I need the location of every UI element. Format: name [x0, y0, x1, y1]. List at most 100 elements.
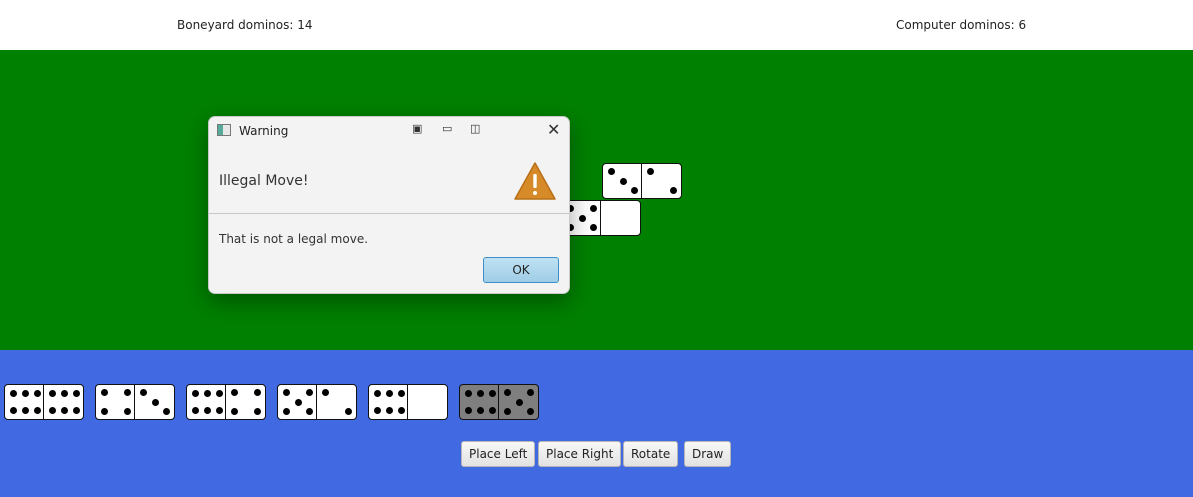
pip: [21, 407, 29, 414]
pip: [33, 407, 41, 414]
board-domino: [561, 200, 641, 236]
pip: [9, 390, 17, 397]
pip: [101, 408, 109, 416]
domino-right-half: [226, 385, 265, 419]
rotate-button[interactable]: Rotate: [623, 441, 679, 467]
pip: [504, 388, 512, 396]
domino-right-half: [642, 164, 681, 198]
pip: [294, 398, 302, 406]
dialog-title: Warning: [239, 124, 289, 138]
computer-count: Computer dominos: 6: [896, 18, 1027, 32]
warning-triangle-icon: [514, 162, 556, 200]
pip: [140, 388, 148, 396]
dialog-content-text: That is not a legal move.: [219, 232, 369, 246]
pip: [373, 407, 381, 414]
dialog-header-text: Illegal Move!: [219, 173, 309, 189]
pip: [151, 398, 159, 406]
player-hand-area: [0, 350, 1193, 497]
pip: [253, 408, 261, 416]
pip: [630, 187, 638, 195]
domino-right-half: [317, 385, 356, 419]
pip: [385, 390, 393, 397]
pip: [215, 390, 223, 397]
domino-left-half: [278, 385, 317, 419]
pip: [344, 408, 352, 416]
domino-left-half: [603, 164, 642, 198]
window-button-icon[interactable]: ▭: [442, 123, 452, 135]
close-icon[interactable]: ✕: [547, 122, 560, 138]
hand-domino[interactable]: [186, 384, 266, 420]
pip: [488, 390, 496, 397]
pip: [526, 388, 534, 396]
pip: [526, 408, 534, 416]
pip: [476, 407, 484, 414]
pip: [464, 390, 472, 397]
hand-domino[interactable]: [4, 384, 84, 420]
domino-right-half: [601, 201, 640, 235]
pip: [162, 408, 170, 416]
hand-domino[interactable]: [277, 384, 357, 420]
pip: [123, 408, 131, 416]
place-left-button[interactable]: Place Left: [461, 441, 536, 467]
window-button-icon[interactable]: ▣: [412, 123, 422, 135]
pip: [60, 390, 68, 397]
pip: [373, 390, 381, 397]
pip: [578, 214, 586, 222]
pip: [619, 177, 627, 185]
pip: [203, 390, 211, 397]
domino-right-half: [408, 385, 447, 419]
pip: [72, 390, 80, 397]
hand-domino[interactable]: [95, 384, 175, 420]
pip: [515, 398, 523, 406]
pip: [397, 390, 405, 397]
pip: [203, 407, 211, 414]
pip: [464, 407, 472, 414]
status-bar: Boneyard dominos: 14 Computer dominos: 6: [0, 0, 1193, 50]
pip: [231, 388, 239, 396]
domino-left-half: [96, 385, 135, 419]
pip: [504, 408, 512, 416]
pip: [21, 390, 29, 397]
pip: [33, 390, 41, 397]
pip: [48, 390, 56, 397]
boneyard-count: Boneyard dominos: 14: [177, 18, 313, 32]
domino-left-half: [460, 385, 499, 419]
pip: [283, 408, 291, 416]
domino-right-half: [499, 385, 538, 419]
pip: [191, 390, 199, 397]
hand-domino-selected[interactable]: [459, 384, 539, 420]
dialog-titlebar[interactable]: Warning ▣ ▭ ◫ ✕: [209, 117, 569, 145]
pip: [589, 204, 597, 212]
domino-right-half: [135, 385, 174, 419]
pip: [385, 407, 393, 414]
pip: [253, 388, 261, 396]
pip: [215, 407, 223, 414]
pip: [9, 407, 17, 414]
pip: [72, 407, 80, 414]
pip: [283, 388, 291, 396]
domino-left-half: [187, 385, 226, 419]
pip: [231, 408, 239, 416]
domino-left-half: [5, 385, 44, 419]
pip: [123, 388, 131, 396]
domino-right-half: [44, 385, 83, 419]
pip: [305, 408, 313, 416]
pip: [48, 407, 56, 414]
pip: [305, 388, 313, 396]
ok-button[interactable]: OK: [483, 257, 559, 283]
app-icon: [217, 124, 231, 136]
hand-domino[interactable]: [368, 384, 448, 420]
window-button-icon[interactable]: ◫: [470, 123, 480, 135]
pip: [476, 390, 484, 397]
pip: [488, 407, 496, 414]
pip: [589, 224, 597, 232]
pip: [608, 167, 616, 175]
pip: [647, 167, 655, 175]
pip: [101, 388, 109, 396]
pip: [397, 407, 405, 414]
place-right-button[interactable]: Place Right: [538, 441, 622, 467]
warning-dialog: Warning ▣ ▭ ◫ ✕ Illegal Move! That is no…: [208, 116, 570, 294]
pip: [60, 407, 68, 414]
pip: [191, 407, 199, 414]
draw-button[interactable]: Draw: [684, 441, 732, 467]
